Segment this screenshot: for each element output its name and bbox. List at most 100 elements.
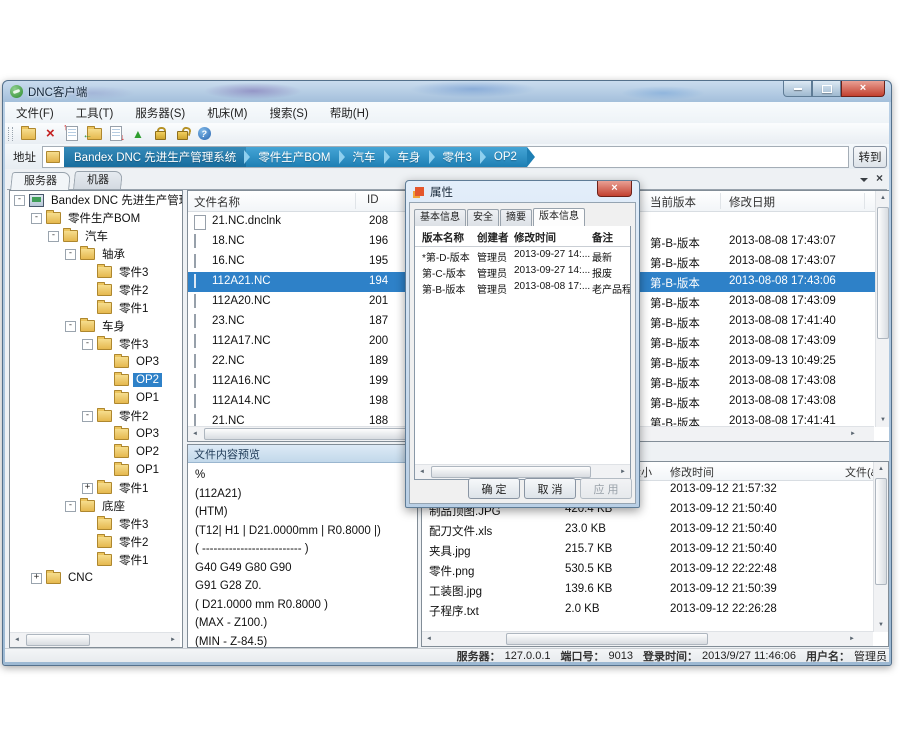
tree-horizontal-scrollbar[interactable]: ◄ ►: [10, 632, 180, 647]
tree-item-OP2[interactable]: OP2: [10, 443, 182, 461]
column-header-name[interactable]: 文件名称: [194, 194, 240, 210]
expander-minus-icon[interactable]: -: [82, 339, 93, 350]
expander-plus-icon[interactable]: +: [31, 573, 42, 584]
attachment-row-子程序.txt[interactable]: 子程序.txt2.0 KB2013-09-12 22:26:28: [422, 600, 873, 620]
tree-item-零件1[interactable]: +零件1: [10, 479, 182, 497]
column-header-modified[interactable]: 修改时间: [514, 230, 556, 245]
scroll-left-icon[interactable]: ◄: [10, 633, 24, 647]
toolbar-help-button[interactable]: ?: [194, 125, 214, 143]
attachment-row-夹具.jpg[interactable]: 夹具.jpg215.7 KB2013-09-12 21:50:40: [422, 540, 873, 560]
column-header-date[interactable]: 修改日期: [729, 194, 775, 210]
dialog-title-bar[interactable]: 属性 ×: [406, 181, 639, 202]
dialog-button-确定[interactable]: 确 定: [468, 478, 520, 499]
title-bar[interactable]: DNC客户端 ×: [3, 81, 891, 102]
tree-item-OP3[interactable]: OP3: [10, 425, 182, 443]
column-header-id[interactable]: ID: [367, 194, 379, 206]
column-header-note[interactable]: 备注: [592, 230, 613, 245]
chevron-down-icon[interactable]: [860, 178, 868, 182]
attachments-horizontal-scrollbar[interactable]: ◄ ►: [422, 631, 873, 646]
expander-minus-icon[interactable]: -: [65, 501, 76, 512]
tree-item-车身[interactable]: -车身: [10, 317, 182, 335]
attachment-row-配刀文件.xls[interactable]: 配刀文件.xls23.0 KB2013-09-12 21:50:40: [422, 520, 873, 540]
tree-item-零件2[interactable]: -零件2: [10, 407, 182, 425]
dialog-button-取消[interactable]: 取 消: [524, 478, 576, 499]
tree-item-底座[interactable]: -底座: [10, 497, 182, 515]
tree-item-零件2[interactable]: 零件2: [10, 533, 182, 551]
breadcrumb-segment[interactable]: 零件3: [433, 147, 482, 167]
attachment-row-工装图.jpg[interactable]: 工装图.jpg139.6 KB2013-09-12 21:50:39: [422, 580, 873, 600]
address-field[interactable]: Bandex DNC 先进生产管理系统零件生产BOM汽车车身零件3OP2: [42, 146, 849, 168]
menu-item-服务器(S)[interactable]: 服务器(S): [124, 103, 196, 123]
toolbar-unlock-button[interactable]: [172, 125, 192, 143]
dialog-tab-基本信息[interactable]: 基本信息: [414, 209, 466, 226]
dialog-close-button[interactable]: ×: [597, 181, 632, 197]
scroll-up-icon[interactable]: ▲: [876, 191, 889, 205]
breadcrumb-segment[interactable]: OP2: [484, 147, 527, 167]
expander-minus-icon[interactable]: -: [31, 213, 42, 224]
dialog-tab-摘要[interactable]: 摘要: [500, 209, 532, 226]
scroll-down-icon[interactable]: ▼: [874, 618, 888, 632]
scroll-right-icon[interactable]: ►: [166, 633, 180, 647]
toolbar-checkin-button[interactable]: ↑: [62, 125, 82, 143]
dialog-tab-版本信息[interactable]: 版本信息: [533, 208, 585, 227]
version-row-第-B-版本[interactable]: 第-B-版本管理员2013-08-08 17:...老产品程序: [415, 280, 630, 296]
tree-item-零件3[interactable]: -零件3: [10, 335, 182, 353]
toolbar-lock-button[interactable]: [150, 125, 170, 143]
expander-minus-icon[interactable]: -: [82, 411, 93, 422]
file-list-vertical-scrollbar[interactable]: ▲ ▼: [875, 191, 889, 427]
minimize-button[interactable]: [783, 81, 812, 97]
scroll-down-icon[interactable]: ▼: [876, 413, 889, 427]
toolbar-delete-button[interactable]: ×: [40, 125, 60, 143]
breadcrumb-segment[interactable]: 零件生产BOM: [248, 147, 340, 167]
tab-机器[interactable]: 机器: [73, 171, 123, 189]
column-header-creator[interactable]: 创建者: [477, 230, 509, 245]
menu-item-文件(F)[interactable]: 文件(F): [5, 103, 65, 123]
dialog-tab-安全[interactable]: 安全: [467, 209, 499, 226]
toolbar-upload-button[interactable]: ▲: [128, 125, 148, 143]
close-button[interactable]: ×: [841, 81, 885, 97]
tree-item-零件1[interactable]: 零件1: [10, 299, 182, 317]
dialog-horizontal-scrollbar[interactable]: ◄ ►: [415, 464, 630, 479]
menu-item-工具(T)[interactable]: 工具(T): [65, 103, 125, 123]
menu-item-帮助(H)[interactable]: 帮助(H): [319, 103, 380, 123]
tree-item-CNC[interactable]: +CNC: [10, 569, 182, 587]
expander-minus-icon[interactable]: -: [65, 321, 76, 332]
tree-item-轴承[interactable]: -轴承: [10, 245, 182, 263]
expander-minus-icon[interactable]: -: [14, 195, 25, 206]
tree-item-OP3[interactable]: OP3: [10, 353, 182, 371]
tree-item-零件1[interactable]: 零件1: [10, 551, 182, 569]
column-header-version[interactable]: 当前版本: [650, 194, 696, 210]
expander-minus-icon[interactable]: -: [48, 231, 59, 242]
tree-item-OP1[interactable]: OP1: [10, 461, 182, 479]
scroll-right-icon[interactable]: ►: [846, 427, 860, 441]
scroll-left-icon[interactable]: ◄: [415, 465, 429, 479]
scroll-left-icon[interactable]: ◄: [188, 427, 202, 441]
tree-item-零件3[interactable]: 零件3: [10, 263, 182, 281]
toolbar-new-folder-button[interactable]: [18, 125, 38, 143]
breadcrumb-segment[interactable]: Bandex DNC 先进生产管理系统: [64, 147, 246, 167]
tree-item-零件3[interactable]: 零件3: [10, 515, 182, 533]
column-header-version-name[interactable]: 版本名称: [422, 230, 464, 245]
scrollbar-thumb[interactable]: [877, 207, 889, 339]
tree-item-Bandex DNC 先进生产管理系统[interactable]: -Bandex DNC 先进生产管理系统: [10, 191, 182, 209]
attachments-vertical-scrollbar[interactable]: ▲ ▼: [873, 462, 888, 632]
attachment-row-零件.png[interactable]: 零件.png530.5 KB2013-09-12 22:22:48: [422, 560, 873, 580]
expander-plus-icon[interactable]: +: [82, 483, 93, 494]
version-row-*第-D-版本[interactable]: *第-D-版本管理员2013-09-27 14:...最新: [415, 248, 630, 264]
tree-item-OP2[interactable]: OP2: [10, 371, 182, 389]
breadcrumb-segment[interactable]: 汽车: [343, 147, 386, 167]
tree-item-汽车[interactable]: -汽车: [10, 227, 182, 245]
tree-item-零件生产BOM[interactable]: -零件生产BOM: [10, 209, 182, 227]
expander-minus-icon[interactable]: -: [65, 249, 76, 260]
panel-close-icon[interactable]: ×: [876, 172, 883, 184]
tab-服务器[interactable]: 服务器: [10, 172, 71, 191]
tree-item-OP1[interactable]: OP1: [10, 389, 182, 407]
scrollbar-thumb[interactable]: [26, 634, 90, 646]
breadcrumb-segment[interactable]: 车身: [388, 147, 431, 167]
scroll-right-icon[interactable]: ►: [845, 632, 859, 646]
toolbar-import-button[interactable]: ←: [84, 125, 104, 143]
maximize-button[interactable]: [812, 81, 841, 97]
go-button[interactable]: 转到: [853, 146, 887, 168]
scrollbar-thumb[interactable]: [431, 466, 591, 478]
toolbar-checkout-button[interactable]: ↓: [106, 125, 126, 143]
